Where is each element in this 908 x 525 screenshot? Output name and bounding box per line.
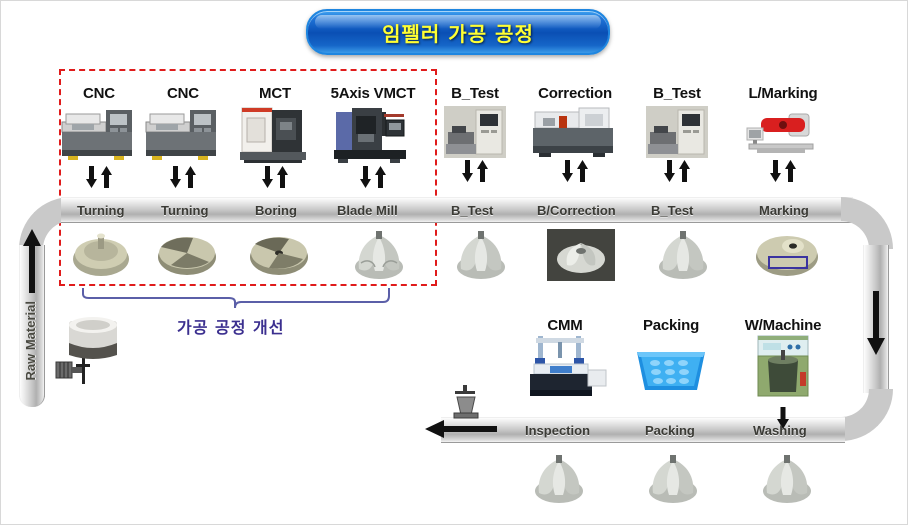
rail-corner-top-right xyxy=(841,197,893,249)
rail-process-label-bottom-2: Packing xyxy=(645,423,695,438)
machine-label-top-6: Correction xyxy=(538,85,612,102)
cnc-lathe-icon xyxy=(58,106,140,164)
machine-label-top-5: B_Test xyxy=(451,85,499,102)
washing-machine-icon xyxy=(752,335,814,402)
machine-label-top-3: MCT xyxy=(259,85,291,102)
right-rail-down-arrow xyxy=(867,291,885,355)
laser-marking-machine-icon xyxy=(743,106,823,158)
station-bottom-1[interactable]: CMM xyxy=(517,317,613,398)
rail-process-label-8: Marking xyxy=(759,203,809,218)
rail-process-label-1: Turning xyxy=(77,203,125,218)
machine-label-top-8: L/Marking xyxy=(748,85,818,102)
part-photo-impeller-packed xyxy=(639,451,707,503)
rail-process-label-7: B_Test xyxy=(651,203,694,218)
part-photo-turned-billet xyxy=(67,229,135,281)
bidirectional-arrow-top-1 xyxy=(86,166,112,188)
part-photo-bored-disc xyxy=(245,229,313,281)
bottom-rail-left-arrow xyxy=(425,420,497,438)
cmm-machine-icon xyxy=(522,336,608,398)
improvement-brace xyxy=(82,288,390,309)
five-axis-vmct-icon xyxy=(332,106,414,164)
bidirectional-arrow-top-5 xyxy=(462,160,488,182)
rail-process-label-5: B_Test xyxy=(451,203,494,218)
bidirectional-arrow-top-3 xyxy=(262,166,288,188)
station-top-7[interactable]: B_Test xyxy=(629,85,725,182)
bidirectional-arrow-top-8 xyxy=(770,160,796,182)
machine-label-bottom-2: Packing xyxy=(642,317,700,334)
part-photo-impeller-retest xyxy=(649,227,717,279)
bidirectional-arrow-top-2 xyxy=(170,166,196,188)
part-photo-turned-disc xyxy=(153,229,221,281)
station-top-2[interactable]: CNC xyxy=(135,85,231,188)
part-photo-impeller-inspected xyxy=(525,451,593,503)
rail-label-raw-material: Raw Material xyxy=(23,301,38,381)
part-photo-impeller-marked xyxy=(749,229,818,281)
page-title-banner: 임펠러 가공 공정 xyxy=(306,9,610,55)
part-photo-impeller-washed xyxy=(753,451,821,503)
improvement-caption: 가공 공정 개선 xyxy=(177,318,285,337)
rail-left-end-cap xyxy=(19,381,45,407)
rail-process-label-2: Turning xyxy=(161,203,209,218)
station-top-3[interactable]: MCT xyxy=(227,85,323,188)
rail-process-label-6: B/Correction xyxy=(537,203,616,218)
rail-process-label-4: Blade Mill xyxy=(337,203,398,218)
packing-tray-icon xyxy=(631,340,711,398)
page-title: 임펠러 가공 공정 xyxy=(382,21,534,46)
station-top-1[interactable]: CNC xyxy=(51,85,147,188)
station-top-8[interactable]: L/Marking xyxy=(735,85,831,182)
machine-label-top-7: B_Test xyxy=(653,85,701,102)
station-top-6[interactable]: Correction xyxy=(527,85,623,182)
part-photo-impeller-corrected xyxy=(547,229,615,281)
bidirectional-arrow-top-4 xyxy=(360,166,386,188)
machine-label-top-4: 5Axis VMCT xyxy=(330,85,416,102)
machine-label-bottom-1: CMM xyxy=(547,317,583,334)
machine-label-top-1: CNC xyxy=(83,85,115,102)
station-bottom-2[interactable]: Packing xyxy=(623,317,719,398)
balance-tester-icon xyxy=(444,106,506,158)
part-photo-bladed-impeller xyxy=(345,227,413,279)
machining-center-icon xyxy=(234,106,316,164)
rail-process-label-bottom-1: Inspection xyxy=(525,423,591,438)
balance-tester-icon xyxy=(646,106,708,158)
machine-label-bottom-3: W/Machine xyxy=(744,317,822,334)
balance-correction-machine-icon xyxy=(529,106,621,158)
rail-process-label-bottom-3: Washing xyxy=(753,423,807,438)
raw-material-up-arrow xyxy=(23,229,41,293)
rail-corner-bottom-right xyxy=(841,389,893,441)
valve-fitting-icon xyxy=(453,385,479,419)
station-top-4[interactable]: 5Axis VMCT xyxy=(325,85,421,188)
bidirectional-arrow-top-6 xyxy=(562,160,588,182)
process-flow-diagram: 임펠러 가공 공정 Raw Material CNC CNC MCT 5Axis… xyxy=(0,0,908,525)
part-photo-impeller-balance xyxy=(447,227,515,279)
bidirectional-arrow-top-7 xyxy=(664,160,690,182)
rail-process-label-3: Boring xyxy=(255,203,297,218)
cnc-lathe-icon xyxy=(142,106,224,164)
machine-label-top-2: CNC xyxy=(167,85,199,102)
station-top-5[interactable]: B_Test xyxy=(427,85,523,182)
station-bottom-3[interactable]: W/Machine xyxy=(735,317,831,429)
part-photo-raw-billet xyxy=(61,313,125,365)
